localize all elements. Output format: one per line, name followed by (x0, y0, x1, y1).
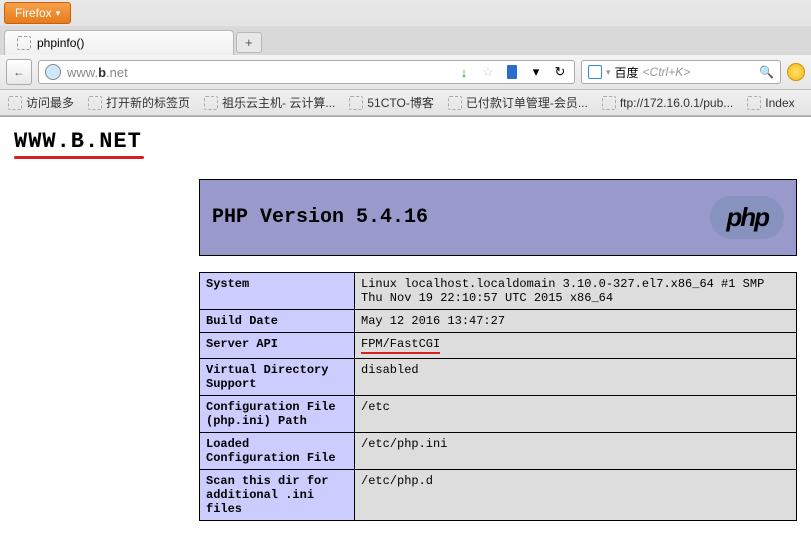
bookmark-item[interactable]: ftp://172.16.0.1/pub... (602, 96, 733, 110)
annotation-underline (14, 156, 144, 159)
page-content: WWW.B.NET PHP Version 5.4.16 php SystemL… (0, 117, 811, 533)
cell-value: May 12 2016 13:47:27 (355, 310, 797, 333)
bookmark-item[interactable]: 祖乐云主机- 云计算... (204, 94, 335, 111)
cell-key: Server API (200, 333, 355, 359)
bookmark-icon (204, 96, 218, 110)
cell-key: System (200, 273, 355, 310)
globe-icon (45, 64, 61, 80)
table-row: Server APIFPM/FastCGI (200, 333, 797, 359)
php-logo: php (710, 196, 784, 239)
php-version-title: PHP Version 5.4.16 (212, 206, 428, 229)
bookmark-star-icon[interactable]: ☆ (480, 64, 496, 80)
page-heading: WWW.B.NET (14, 129, 797, 154)
php-version-header: PHP Version 5.4.16 php (199, 179, 797, 256)
bookmark-icon (349, 96, 363, 110)
bookmark-item[interactable]: 访问最多 (8, 94, 74, 111)
bookmark-bar: 访问最多 打开新的标签页 祖乐云主机- 云计算... 51CTO-博客 已付款订… (0, 90, 811, 116)
cell-key: Configuration File (php.ini) Path (200, 396, 355, 433)
cell-key: Scan this dir for additional .ini files (200, 470, 355, 521)
nav-bar: ← www.b.net ↓ ☆ ▾ ↻ ▾ 百度 <Ctrl+K> 🔍 (0, 55, 811, 90)
bookmark-icon (448, 96, 462, 110)
cell-key: Build Date (200, 310, 355, 333)
table-row: Build DateMay 12 2016 13:47:27 (200, 310, 797, 333)
url-text: www.b.net (67, 65, 450, 80)
reload-icon[interactable]: ↻ (552, 64, 568, 80)
cell-value: FPM/FastCGI (355, 333, 797, 359)
bookmark-item[interactable]: 打开新的标签页 (88, 94, 190, 111)
search-icon[interactable]: 🔍 (759, 65, 774, 79)
url-bar[interactable]: www.b.net ↓ ☆ ▾ ↻ (38, 60, 575, 84)
bookmark-item[interactable]: 51CTO-博客 (349, 94, 433, 111)
browser-chrome: Firefox phpinfo() + ← www.b.net ↓ ☆ ▾ ↻ … (0, 0, 811, 117)
firefox-menu-button[interactable]: Firefox (4, 2, 71, 24)
table-row: Configuration File (php.ini) Path/etc (200, 396, 797, 433)
history-dropdown-icon[interactable]: ▾ (528, 64, 544, 80)
tab-bar: phpinfo() + (0, 26, 811, 55)
cell-key: Loaded Configuration File (200, 433, 355, 470)
firefox-menu-bar: Firefox (0, 0, 811, 26)
bookmark-item[interactable]: 已付款订单管理-会员... (448, 94, 588, 111)
cell-value: disabled (355, 359, 797, 396)
phpinfo-container: PHP Version 5.4.16 php SystemLinux local… (199, 179, 797, 521)
cell-value: /etc/php.d (355, 470, 797, 521)
phone-icon[interactable] (504, 64, 520, 80)
phpinfo-table: SystemLinux localhost.localdomain 3.10.0… (199, 272, 797, 521)
cell-value: /etc (355, 396, 797, 433)
tab-phpinfo[interactable]: phpinfo() (4, 30, 234, 55)
bookmark-icon (602, 96, 616, 110)
search-box[interactable]: ▾ 百度 <Ctrl+K> 🔍 (581, 60, 781, 84)
table-row: SystemLinux localhost.localdomain 3.10.0… (200, 273, 797, 310)
cell-key: Virtual Directory Support (200, 359, 355, 396)
new-tab-button[interactable]: + (236, 32, 262, 53)
tab-title: phpinfo() (37, 36, 84, 50)
download-icon[interactable]: ↓ (456, 64, 472, 80)
bookmark-icon (747, 96, 761, 110)
dropdown-icon[interactable]: ▾ (606, 67, 611, 78)
cell-value: Linux localhost.localdomain 3.10.0-327.e… (355, 273, 797, 310)
table-row: Loaded Configuration File/etc/php.ini (200, 433, 797, 470)
table-row: Scan this dir for additional .ini files/… (200, 470, 797, 521)
baidu-icon (588, 65, 602, 79)
bookmark-item[interactable]: Index (747, 96, 794, 110)
search-engine-label: 百度 (615, 64, 639, 81)
bookmark-icon (88, 96, 102, 110)
page-icon (17, 36, 31, 50)
bookmark-icon (8, 96, 22, 110)
back-button[interactable]: ← (6, 59, 32, 85)
smiley-icon[interactable] (787, 63, 805, 81)
table-row: Virtual Directory Supportdisabled (200, 359, 797, 396)
search-placeholder: <Ctrl+K> (643, 65, 756, 79)
cell-value: /etc/php.ini (355, 433, 797, 470)
